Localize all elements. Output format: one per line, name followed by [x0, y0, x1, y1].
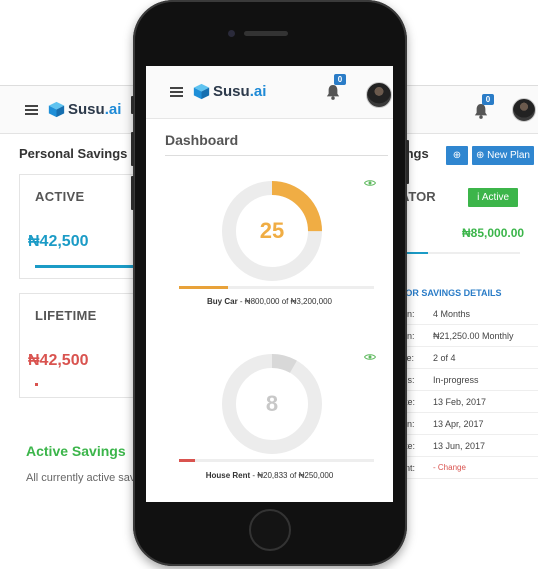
- power-button: [406, 140, 409, 184]
- phone-frame: Susu.ai 0 Dashboard 25 Buy Car - ₦800,00…: [131, 0, 409, 566]
- savings-donut-chart[interactable]: 8: [217, 349, 327, 459]
- detail-row: cle: 2 of 4: [390, 348, 538, 369]
- marketing-screenshot: Susu.ai Personal Savings ACTIVE ₦42,500 …: [0, 0, 538, 569]
- detail-row: unt: - Change: [390, 458, 538, 479]
- plan-caption: House Rent - ₦20,833 of ₦250,000: [205, 471, 334, 480]
- avatar[interactable]: [512, 98, 536, 122]
- home-button[interactable]: [249, 509, 291, 551]
- desktop-header: Susu.ai: [0, 86, 150, 134]
- notification-badge: 0: [482, 94, 494, 105]
- volume-down-button: [131, 176, 134, 210]
- plan-progress-track: [179, 459, 374, 462]
- savings-donut-chart[interactable]: 25: [217, 176, 327, 286]
- new-plan-button[interactable]: ⊕ New Plan: [472, 146, 534, 165]
- donut-value: 8: [265, 391, 279, 416]
- front-camera: [228, 30, 235, 37]
- detail-row: ate: 13 Feb, 2017: [390, 392, 538, 413]
- phone-screen: Susu.ai 0 Dashboard 25 Buy Car - ₦800,00…: [146, 66, 393, 502]
- active-savings-desc: All currently active sav: [26, 472, 136, 484]
- plan-progress-fill: [179, 459, 195, 462]
- card-progress-bar: [35, 383, 38, 386]
- circle-plus-icon: ⊕: [452, 150, 462, 161]
- active-savings-title: Active Savings: [26, 443, 126, 459]
- mute-switch: [131, 96, 134, 114]
- circle-plus-icon: ⊕: [476, 150, 488, 161]
- change-link[interactable]: - Change: [433, 463, 466, 472]
- card-label: LIFETIME: [35, 308, 97, 323]
- detail-row: ion: 13 Apr, 2017: [390, 414, 538, 435]
- active-status-button[interactable]: ⅰ Active: [468, 188, 518, 207]
- plan-caption: Buy Car - ₦800,000 of ₦3,200,000: [207, 297, 332, 306]
- logo-text: Susu.ai: [68, 101, 122, 118]
- earpiece-speaker: [244, 31, 288, 36]
- volume-up-button: [131, 132, 134, 166]
- eye-icon[interactable]: [364, 179, 376, 187]
- cube-logo-icon: [193, 83, 210, 100]
- logo-text: Susu.ai: [213, 83, 267, 100]
- desktop-header: 0: [390, 86, 538, 134]
- detail-row: tus: In-progress: [390, 370, 538, 391]
- card-progress-bar: [35, 265, 135, 268]
- logo[interactable]: Susu.ai: [193, 83, 266, 100]
- notification-badge: 0: [334, 74, 346, 85]
- desktop-screen-left: Susu.ai Personal Savings ACTIVE ₦42,500 …: [0, 85, 159, 485]
- card-amount: ₦42,500: [28, 233, 89, 250]
- detail-row: ion: ₦21,250.00 Monthly: [390, 326, 538, 347]
- details-header: TOR SAVINGS DETAILS: [400, 288, 502, 298]
- bell-icon[interactable]: [474, 103, 488, 119]
- menu-icon[interactable]: [25, 105, 38, 115]
- detail-row: ion: 4 Months: [390, 304, 538, 325]
- desktop-screen-right: 0 ings ⊕ ⊕ New Plan ATOR ⅰ Active ₦85,00…: [390, 85, 538, 485]
- divider: [165, 155, 388, 156]
- cube-logo-icon: [48, 101, 65, 118]
- menu-icon[interactable]: [170, 87, 183, 97]
- toggle-button[interactable]: ⊕: [446, 146, 468, 165]
- page-title: Dashboard: [165, 132, 239, 148]
- detail-row: ate: 13 Jun, 2017: [390, 436, 538, 457]
- page-title: Personal Savings: [19, 146, 128, 161]
- bell-icon[interactable]: [326, 84, 340, 100]
- plan-progress-track: [179, 286, 374, 289]
- app-header: Susu.ai 0: [146, 66, 393, 119]
- plan-amount: ₦85,000.00: [462, 226, 525, 240]
- card-amount: ₦42,500: [28, 352, 89, 369]
- donut-value: 25: [259, 218, 285, 243]
- plan-progress-fill: [179, 286, 228, 289]
- eye-icon[interactable]: [364, 353, 376, 361]
- avatar[interactable]: [366, 82, 392, 108]
- card-label: ACTIVE: [35, 189, 85, 204]
- plan-progress-track: [400, 252, 520, 254]
- logo[interactable]: Susu.ai: [48, 101, 121, 118]
